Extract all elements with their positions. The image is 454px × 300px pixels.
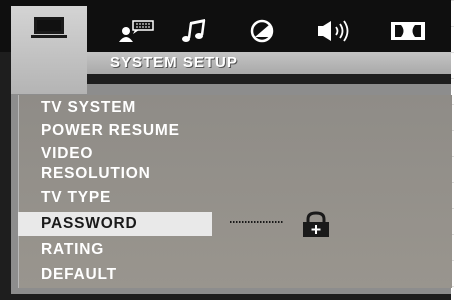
lock-icon <box>303 211 329 237</box>
menu-item-rating[interactable]: RATING <box>41 241 104 259</box>
dolby-icon <box>391 22 425 40</box>
menu-item-video[interactable]: VIDEO <box>41 145 93 163</box>
monitor-icon <box>31 17 67 38</box>
menu-item-tv-type[interactable]: TV TYPE <box>41 189 111 207</box>
tab-dolby-setup[interactable] <box>373 2 443 52</box>
page-title: SYSTEM SETUP <box>110 54 238 71</box>
disc-icon <box>250 19 274 43</box>
speaker-person-icon <box>119 20 154 42</box>
music-note-icon <box>182 19 206 42</box>
tab-system-setup[interactable] <box>11 6 87 94</box>
category-icon-bar <box>0 0 451 94</box>
menu-item-password[interactable]: PASSWORD <box>41 215 138 233</box>
menu-item-tv-system[interactable]: TV SYSTEM <box>41 99 136 117</box>
dotted-leader <box>230 221 284 223</box>
volume-icon <box>318 20 349 42</box>
tab-audio-setup[interactable] <box>160 2 230 52</box>
osd-window: SYSTEM SETUP TV SYSTEM POWER RESUME VIDE… <box>0 0 452 300</box>
menu-item-default[interactable]: DEFAULT <box>41 266 117 284</box>
tab-video-setup[interactable] <box>227 2 297 52</box>
tab-speaker-setup[interactable] <box>300 2 370 52</box>
menu-item-power-resume[interactable]: POWER RESUME <box>41 122 180 140</box>
menu-item-resolution[interactable]: RESOLUTION <box>41 165 151 183</box>
